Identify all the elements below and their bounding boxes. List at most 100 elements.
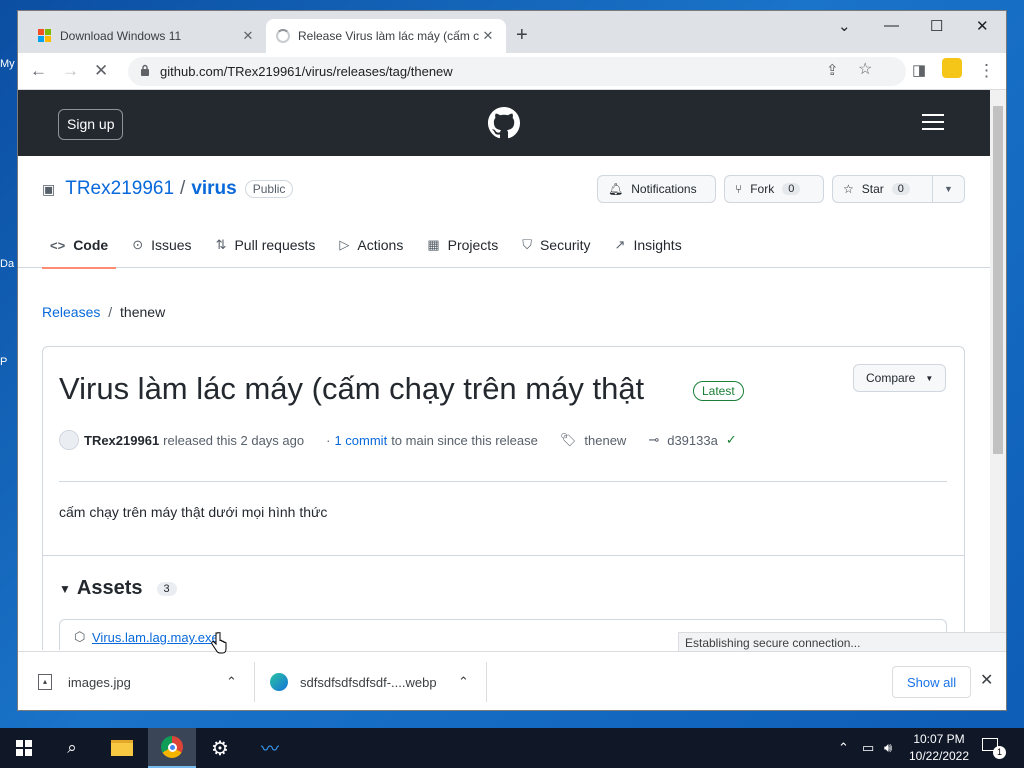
share-icon[interactable]: ⇪ bbox=[826, 62, 839, 80]
play-icon: ▷ bbox=[339, 237, 350, 252]
tab-label: Actions bbox=[357, 237, 404, 253]
tab-label: Insights bbox=[633, 237, 682, 253]
star-count: 0 bbox=[891, 183, 910, 195]
tab-close-icon[interactable]: ✕ bbox=[480, 28, 496, 44]
commit-hash-link[interactable]: d39133a bbox=[667, 433, 718, 448]
shield-icon: ⛉ bbox=[522, 237, 532, 252]
tab-title: Download Windows 11 bbox=[60, 29, 182, 43]
notification-center-icon[interactable]: 1 bbox=[982, 738, 1006, 759]
minimize-button[interactable]: — bbox=[884, 17, 899, 34]
taskbar: ⌕ ⚙ 〰 ⌃ ▭ 🔊︎ 10:07 PM 10/22/2022 1 bbox=[0, 728, 1024, 768]
tab-actions[interactable]: ▷ Actions bbox=[331, 222, 411, 268]
tab-issues[interactable]: ⊙ Issues bbox=[124, 222, 199, 268]
tab-insights[interactable]: ↗ Insights bbox=[607, 222, 690, 268]
assets-label: Assets bbox=[76, 577, 143, 599]
notification-count: 1 bbox=[993, 746, 1006, 759]
tab-download-windows[interactable]: Download Windows 11 ✕ bbox=[28, 19, 266, 53]
desktop-icon-label[interactable]: Da bbox=[0, 258, 18, 270]
verified-check-icon[interactable]: ✓ bbox=[726, 432, 737, 448]
commit-link[interactable]: 1 commit bbox=[334, 433, 387, 448]
meta-dot: · bbox=[326, 432, 331, 448]
side-panel-icon[interactable]: ◨ bbox=[912, 62, 926, 80]
address-bar[interactable]: github.com/TRex219961/virus/releases/tag… bbox=[128, 57, 906, 86]
breadcrumb-separator: / bbox=[108, 304, 113, 320]
tab-release[interactable]: Release Virus làm lác máy (cấm c ✕ bbox=[266, 19, 506, 53]
chrome-icon[interactable] bbox=[148, 728, 196, 768]
browser-toolbar: ← → ✕ github.com/TRex219961/virus/releas… bbox=[18, 53, 1006, 90]
forward-icon[interactable]: → bbox=[62, 62, 79, 80]
web-page: Sign up ▣ TRex219961 / virus Public 🔔︎ N… bbox=[18, 90, 990, 650]
commit-suffix: to main since this release bbox=[391, 432, 538, 448]
github-logo-icon[interactable] bbox=[488, 107, 520, 139]
tab-pull-requests[interactable]: ⇅ Pull requests bbox=[208, 222, 324, 268]
notifications-button[interactable]: 🔔︎ Notifications bbox=[597, 175, 716, 203]
compare-button[interactable]: Compare ▼ bbox=[853, 364, 947, 392]
microsoft-icon bbox=[38, 29, 52, 43]
page-scrollbar[interactable] bbox=[990, 90, 1006, 650]
repo-name-link[interactable]: virus bbox=[191, 178, 236, 200]
tab-label: Security bbox=[539, 237, 591, 253]
breadcrumb-releases-link[interactable]: Releases bbox=[42, 304, 100, 320]
show-all-button[interactable]: Show all bbox=[892, 666, 972, 698]
table-icon: ▦ bbox=[427, 237, 440, 252]
hamburger-menu-icon[interactable] bbox=[922, 114, 944, 135]
new-tab-button[interactable]: + bbox=[516, 25, 528, 45]
commit-icon: ⊸ bbox=[648, 432, 660, 447]
repo-header: ▣ TRex219961 / virus Public 🔔︎ Notificat… bbox=[18, 156, 990, 269]
lock-icon[interactable] bbox=[140, 64, 150, 76]
maximize-button[interactable]: ☐ bbox=[930, 17, 943, 35]
divider bbox=[43, 555, 964, 556]
tab-security[interactable]: ⛉ Security bbox=[514, 222, 598, 268]
issue-icon: ⊙ bbox=[132, 237, 144, 252]
sign-up-button[interactable]: Sign up bbox=[58, 109, 124, 140]
fork-icon: ⑂ bbox=[735, 182, 743, 196]
tab-projects[interactable]: ▦ Projects bbox=[419, 222, 506, 268]
assets-toggle[interactable]: ▼ Assets 3 bbox=[59, 577, 177, 600]
download-bar: ▴ images.jpg ⌃ sdfsdfsdfsdfsdf-....webp … bbox=[18, 651, 1006, 710]
loading-spinner-icon bbox=[276, 29, 290, 43]
hand-cursor-icon bbox=[211, 632, 227, 654]
fork-label: Fork bbox=[750, 182, 775, 196]
author-link[interactable]: TRex219961 bbox=[84, 433, 159, 448]
close-download-bar-icon[interactable]: ✕ bbox=[980, 670, 993, 690]
chevron-up-icon[interactable]: ⌃ bbox=[838, 740, 849, 756]
url-text[interactable]: github.com/TRex219961/virus/releases/tag… bbox=[160, 64, 453, 79]
chevron-up-icon[interactable]: ⌃ bbox=[226, 674, 237, 690]
download-item[interactable]: sdfsdfsdfsdfsdf-....webp ⌃ bbox=[270, 652, 470, 710]
bookmark-star-icon[interactable]: ☆ bbox=[858, 61, 872, 79]
avatar[interactable] bbox=[59, 430, 79, 450]
tab-close-icon[interactable]: ✕ bbox=[240, 28, 256, 44]
stop-loading-icon[interactable]: ✕ bbox=[94, 62, 108, 80]
tag-link[interactable]: thenew bbox=[584, 433, 626, 448]
activity-monitor-icon[interactable]: 〰 bbox=[246, 728, 294, 768]
download-item[interactable]: ▴ images.jpg ⌃ bbox=[38, 652, 238, 710]
network-icon[interactable]: ▭ bbox=[862, 740, 874, 756]
back-icon[interactable]: ← bbox=[30, 62, 47, 80]
file-explorer-icon[interactable] bbox=[98, 728, 146, 768]
scrollbar-thumb[interactable] bbox=[993, 106, 1003, 454]
tab-strip: Download Windows 11 ✕ Release Virus làm … bbox=[18, 11, 1006, 53]
fork-button[interactable]: ⑂ Fork 0 bbox=[724, 175, 824, 203]
star-dropdown-icon[interactable]: ▼ bbox=[932, 176, 964, 202]
tab-label: Issues bbox=[151, 237, 192, 253]
settings-gear-icon[interactable]: ⚙ bbox=[196, 728, 244, 768]
chevron-up-icon[interactable]: ⌃ bbox=[458, 674, 469, 690]
tab-search-icon[interactable]: ⌄ bbox=[838, 17, 851, 35]
asset-link[interactable]: Virus.lam.lag.may.exe bbox=[92, 630, 219, 645]
tab-code[interactable]: <> Code bbox=[42, 222, 117, 269]
desktop-icon-label[interactable]: My bbox=[0, 58, 18, 70]
close-window-button[interactable]: ✕ bbox=[976, 17, 989, 35]
start-button[interactable] bbox=[0, 728, 48, 768]
volume-icon[interactable]: 🔊︎ bbox=[884, 740, 892, 756]
clock[interactable]: 10:07 PM 10/22/2022 bbox=[906, 731, 972, 765]
menu-kebab-icon[interactable]: ⋮ bbox=[978, 62, 995, 80]
release-title: Virus làm lác máy (cấm chạy trên máy thậ… bbox=[59, 371, 645, 406]
search-icon[interactable]: ⌕ bbox=[48, 728, 96, 768]
repo-owner-link[interactable]: TRex219961 bbox=[65, 178, 174, 200]
desktop-icon-label[interactable]: P bbox=[0, 356, 18, 368]
extension-icon[interactable] bbox=[942, 58, 962, 78]
windows-icon bbox=[16, 740, 32, 756]
star-button[interactable]: ☆ Star 0 ▼ bbox=[832, 175, 965, 203]
download-filename: sdfsdfsdfsdfsdf-....webp bbox=[300, 674, 437, 690]
notifications-label: Notifications bbox=[631, 182, 697, 196]
